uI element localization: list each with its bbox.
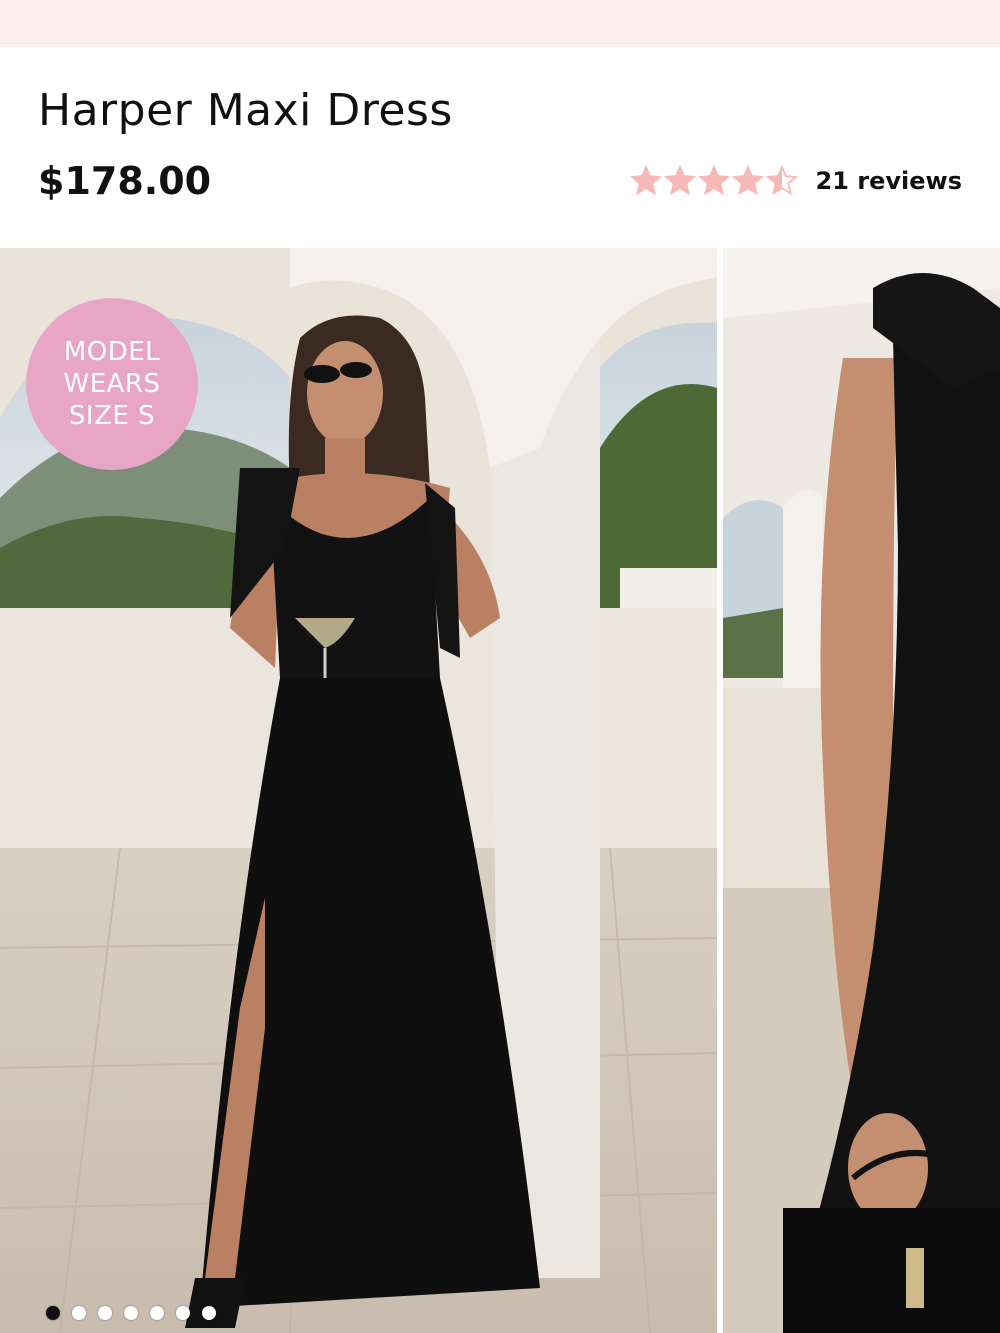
product-header: Harper Maxi Dress $178.00 21 reviews [0,47,1000,248]
gallery-dot[interactable] [72,1306,86,1320]
top-banner [0,0,1000,47]
star-rating [629,165,798,197]
rating-summary[interactable]: 21 reviews [629,165,962,197]
product-price: $178.00 [38,159,212,203]
model-size-badge: MODEL WEARS SIZE S [26,298,198,470]
product-photo-next[interactable] [723,248,1000,1333]
product-title: Harper Maxi Dress [38,85,453,136]
star-icon [629,165,662,197]
gallery-dot[interactable] [98,1306,112,1320]
star-icon [765,165,798,197]
product-image-gallery[interactable]: MODEL WEARS SIZE S [0,248,1000,1333]
gallery-dot[interactable] [124,1306,138,1320]
badge-line-1: MODEL [63,337,161,367]
badge-line-3: SIZE S [68,401,156,431]
gallery-pagination[interactable] [46,1306,216,1320]
gallery-dot[interactable] [202,1306,216,1320]
gallery-dot[interactable] [176,1306,190,1320]
star-icon [663,165,696,197]
reviews-link[interactable]: 21 reviews [816,167,962,195]
gallery-dot[interactable] [150,1306,164,1320]
badge-line-2: WEARS [63,369,161,399]
star-icon [731,165,764,197]
star-icon [697,165,730,197]
product-photo-main[interactable]: MODEL WEARS SIZE S [0,248,717,1333]
detail-photo-illustration [723,248,1000,1333]
gallery-dot[interactable] [46,1306,60,1320]
